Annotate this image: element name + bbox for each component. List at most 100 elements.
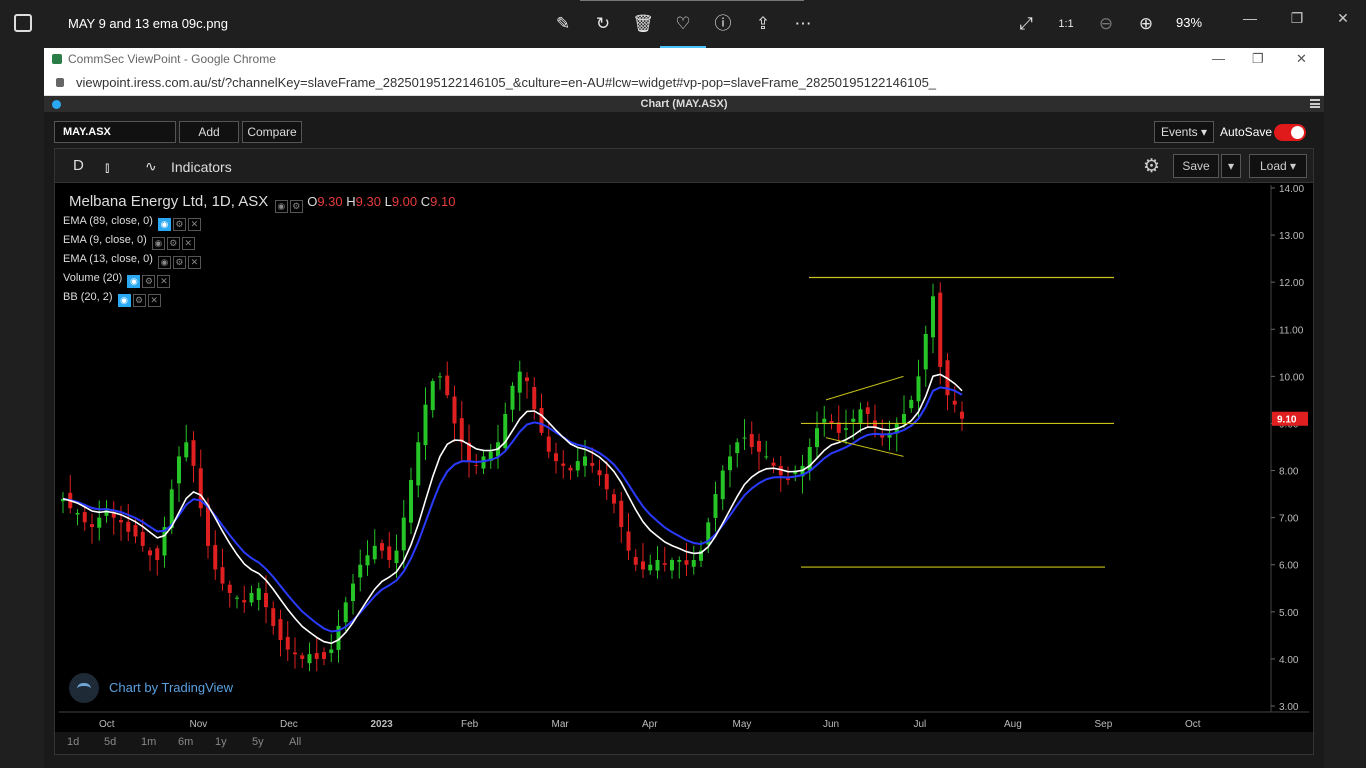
- browser-close-icon[interactable]: ✕: [1296, 48, 1307, 70]
- channel-lower-line: [825, 437, 904, 457]
- remove-icon[interactable]: ✕: [157, 275, 171, 288]
- indicators-icon[interactable]: ∿: [145, 158, 157, 175]
- legend-row-volume: Volume (20) ◉ ⚙ ✕: [63, 272, 171, 288]
- settings-icon[interactable]: ⚙: [142, 275, 156, 288]
- settings-icon[interactable]: ⚙: [166, 237, 180, 250]
- period-1m[interactable]: 1m: [141, 736, 156, 748]
- remove-icon[interactable]: ✕: [187, 218, 201, 231]
- period-all[interactable]: All: [289, 736, 301, 748]
- minimize-icon[interactable]: —: [1240, 10, 1260, 26]
- zoom-out-icon[interactable]: ⊖: [1094, 12, 1118, 36]
- chart-canvas[interactable]: 14.00 13.00 12.00 11.00 10.00 9.00 8.00 7.00 6.0…: [59, 185, 1309, 732]
- x-tick-label: Mar: [552, 719, 570, 730]
- autosave-toggle[interactable]: [1274, 124, 1306, 141]
- delete-icon[interactable]: 🗑: [631, 12, 655, 36]
- remove-icon[interactable]: ✕: [147, 294, 161, 307]
- symbol-input[interactable]: MAY.ASX: [54, 121, 176, 143]
- candle-body: [148, 550, 152, 556]
- timeframe-selector[interactable]: D: [73, 157, 84, 174]
- browser-minimize-icon[interactable]: —: [1212, 48, 1225, 70]
- candle-body: [604, 473, 609, 490]
- close-icon[interactable]: ✕: [1333, 10, 1353, 27]
- zoom-level[interactable]: 93%: [1176, 15, 1202, 30]
- eye-icon[interactable]: ◉: [157, 256, 171, 269]
- menu-icon[interactable]: [1310, 99, 1320, 108]
- indicators-button[interactable]: Indicators: [171, 159, 232, 175]
- candle-body: [771, 462, 776, 466]
- candle-body: [285, 636, 290, 650]
- y-tick-label: 13.00: [1279, 231, 1304, 242]
- load-dropdown[interactable]: Load ▾: [1249, 154, 1307, 178]
- period-6m[interactable]: 6m: [178, 736, 193, 748]
- settings-icon[interactable]: ⚙: [132, 294, 146, 307]
- candle-body: [619, 500, 624, 528]
- photos-app-icon[interactable]: [14, 14, 32, 32]
- period-5y[interactable]: 5y: [252, 736, 264, 748]
- x-tick-label: Oct: [99, 719, 115, 730]
- candle-body: [220, 567, 225, 584]
- candle-body: [351, 583, 355, 602]
- commsec-favicon-icon: [52, 54, 62, 64]
- legend-eye-icon[interactable]: ◉: [274, 200, 288, 213]
- fullscreen-icon[interactable]: ⤢: [1014, 12, 1038, 36]
- indicator-label: Volume (20): [63, 272, 123, 284]
- remove-icon[interactable]: ✕: [181, 237, 195, 250]
- candle-body: [757, 440, 761, 452]
- more-icon[interactable]: ⋯: [791, 12, 815, 36]
- period-selector: 1d 5d 1m 6m 1y 5y All: [55, 732, 1313, 754]
- candle-body: [510, 385, 515, 410]
- rotate-icon[interactable]: ↻: [591, 12, 615, 36]
- candle-body: [713, 494, 718, 518]
- candle-body: [256, 588, 261, 601]
- save-dropdown-icon[interactable]: ▾: [1221, 154, 1241, 178]
- gear-icon[interactable]: ⚙: [1143, 155, 1160, 178]
- candle-body: [952, 400, 957, 405]
- candle-body: [423, 404, 428, 446]
- period-1d[interactable]: 1d: [67, 736, 79, 748]
- eye-icon[interactable]: ◉: [117, 294, 131, 307]
- zoom-in-icon[interactable]: ⊕: [1134, 12, 1158, 36]
- info-icon[interactable]: ⓘ: [711, 12, 735, 36]
- autosave-label: AutoSave: [1220, 125, 1273, 139]
- last-price-label: 9.10: [1277, 415, 1297, 426]
- y-tick-label: 6.00: [1279, 561, 1299, 572]
- x-tick-label: Aug: [1004, 719, 1022, 730]
- browser-restore-icon[interactable]: ❐: [1252, 48, 1264, 70]
- indicator-label: EMA (89, close, 0): [63, 215, 153, 227]
- address-bar[interactable]: viewpoint.iress.com.au/st/?channelKey=sl…: [44, 70, 1324, 96]
- high-value: 9.30: [355, 194, 381, 209]
- legend-settings-icon[interactable]: ⚙: [289, 200, 303, 213]
- chart-legend: Melbana Energy Ltd, 1D, ASX ◉ ⚙ O9.30 H9.…: [69, 193, 455, 213]
- edit-icon[interactable]: ✎: [551, 12, 575, 36]
- restore-icon[interactable]: ❐: [1287, 10, 1307, 27]
- heart-icon[interactable]: ♡: [671, 12, 695, 36]
- candle-body: [394, 550, 399, 564]
- price-chart[interactable]: 14.00 13.00 12.00 11.00 10.00 9.00 8.00 7.00 6.0…: [59, 185, 1309, 752]
- share-icon[interactable]: ⇪: [751, 12, 775, 36]
- settings-icon[interactable]: ⚙: [172, 218, 186, 231]
- candle-body: [641, 561, 645, 570]
- y-tick-label: 11.00: [1279, 325, 1304, 336]
- period-1y[interactable]: 1y: [215, 736, 227, 748]
- y-tick-label: 14.00: [1279, 185, 1304, 195]
- settings-icon[interactable]: ⚙: [172, 256, 186, 269]
- save-button[interactable]: Save: [1173, 154, 1219, 178]
- legend-row-ema13: EMA (13, close, 0) ◉ ⚙ ✕: [63, 253, 201, 269]
- actual-size-icon[interactable]: 1:1: [1054, 12, 1078, 36]
- remove-icon[interactable]: ✕: [187, 256, 201, 269]
- candle-body: [249, 592, 254, 603]
- tradingview-logo-icon: [69, 673, 99, 703]
- period-5d[interactable]: 5d: [104, 736, 116, 748]
- events-dropdown[interactable]: Events ▾: [1154, 121, 1214, 143]
- candle-body: [525, 377, 529, 382]
- chart-frame: D ⫾ ∿ Indicators ⚙ Save ▾ Load ▾ 14.00 13…: [54, 148, 1314, 755]
- x-tick-label: May: [733, 719, 752, 730]
- add-button[interactable]: Add: [179, 121, 239, 143]
- candlestick-icon[interactable]: ⫾: [105, 159, 121, 175]
- candle-body: [517, 371, 522, 393]
- eye-icon[interactable]: ◉: [151, 237, 165, 250]
- browser-window: CommSec ViewPoint - Google Chrome — ❐ ✕ …: [44, 48, 1324, 768]
- compare-button[interactable]: Compare: [242, 121, 302, 143]
- eye-icon[interactable]: ◉: [157, 218, 171, 231]
- eye-icon[interactable]: ◉: [127, 275, 141, 288]
